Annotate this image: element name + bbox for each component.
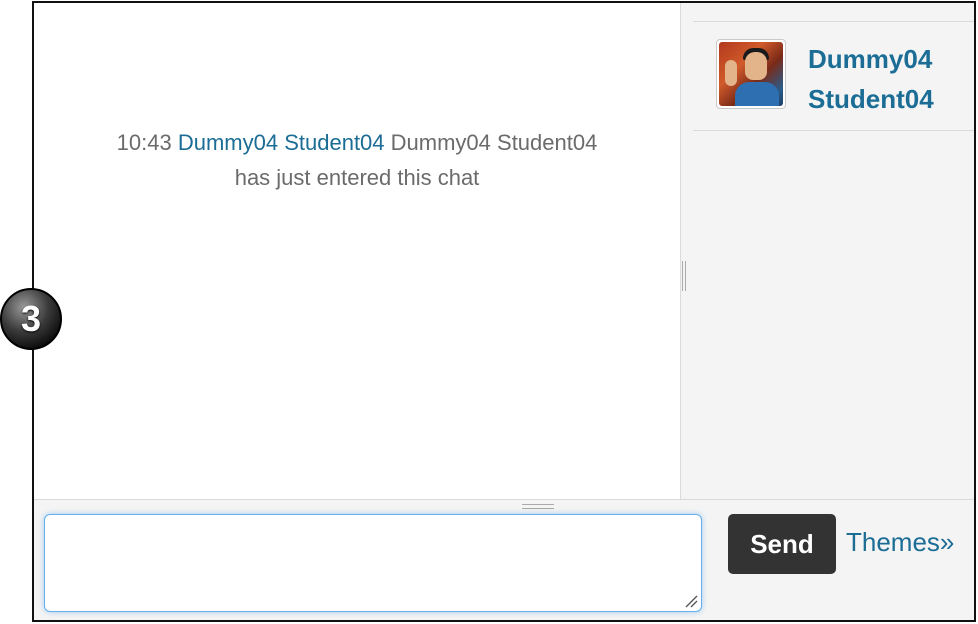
system-message: 10:43 Dummy04 Student04 Dummy04 Student0… (74, 125, 640, 195)
resize-grip-icon[interactable] (684, 594, 698, 608)
send-button[interactable]: Send (728, 514, 836, 574)
message-input[interactable] (44, 514, 702, 612)
avatar[interactable] (716, 39, 786, 109)
user-name-link[interactable]: Dummy04 Student04 (808, 39, 948, 119)
users-panel: Dummy04 Student04 (680, 3, 974, 499)
step-callout-badge: 3 (0, 288, 62, 350)
message-time: 10:43 (116, 130, 172, 155)
horizontal-resize-handle[interactable] (522, 504, 554, 509)
message-text: has just entered this chat (234, 165, 480, 190)
users-divider-top (693, 21, 974, 22)
message-user-link[interactable]: Dummy04 Student04 (178, 130, 385, 155)
user-first-name[interactable]: Dummy04 (808, 44, 932, 74)
message-user-name: Dummy04 Student04 (390, 130, 598, 155)
user-list-item[interactable]: Dummy04 Student04 (716, 39, 948, 119)
composer-area: Send Themes» (34, 499, 974, 620)
user-last-name[interactable]: Student04 (808, 84, 934, 114)
messages-panel: 10:43 Dummy04 Student04 Dummy04 Student0… (34, 3, 680, 499)
themes-link[interactable]: Themes» (846, 524, 954, 560)
vertical-resize-handle[interactable] (682, 261, 686, 291)
avatar-image (719, 42, 783, 106)
chat-window: 10:43 Dummy04 Student04 Dummy04 Student0… (32, 1, 976, 622)
users-divider-bottom (693, 130, 974, 131)
